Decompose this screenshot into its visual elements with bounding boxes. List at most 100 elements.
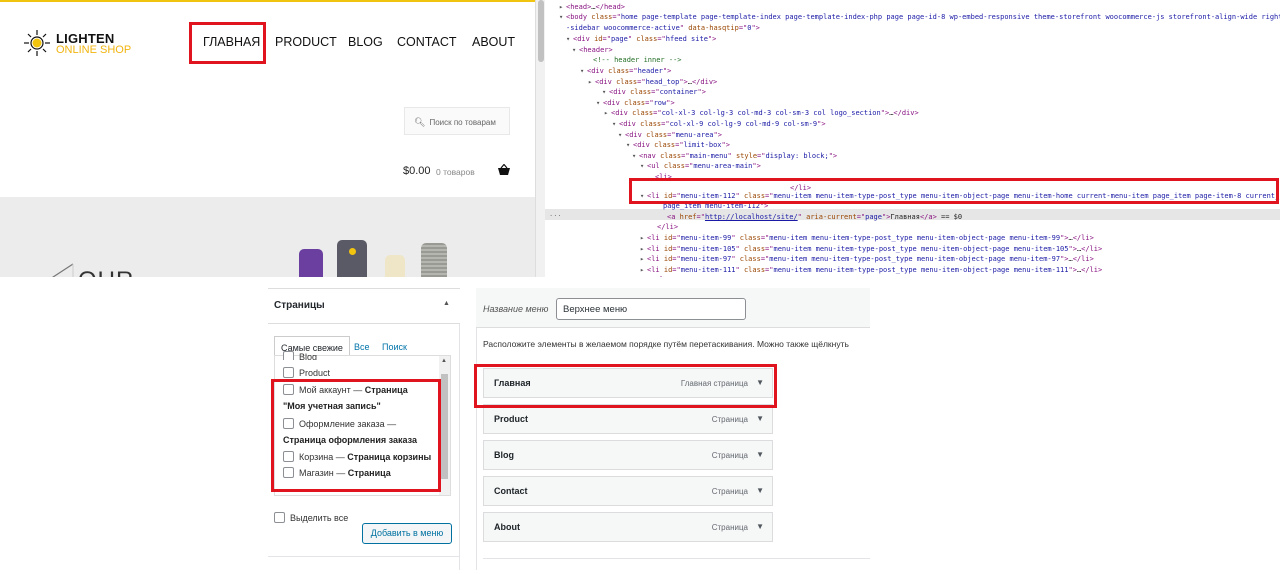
- expand-triangle-icon[interactable]: ▸: [588, 77, 595, 88]
- dom-node-line[interactable]: </li>: [650, 222, 678, 233]
- expand-triangle-icon[interactable]: ▾: [602, 87, 609, 98]
- product-search-field[interactable]: 🔍︎ Поиск по товарам: [404, 107, 510, 135]
- expand-triangle-icon[interactable]: ▾: [572, 45, 579, 56]
- tab-all[interactable]: Все: [354, 342, 370, 352]
- expand-triangle-icon[interactable]: ▸: [640, 265, 647, 276]
- tab-search[interactable]: Поиск: [382, 342, 407, 352]
- dom-node-line[interactable]: -sidebar woocommerce-active" data-hasqti…: [559, 23, 760, 34]
- dom-token: =": [681, 152, 690, 160]
- dom-token: ": [627, 35, 637, 43]
- expand-triangle-icon[interactable]: ▾: [618, 130, 625, 141]
- expand-triangle-icon[interactable]: ▾: [632, 151, 639, 162]
- dom-node-line[interactable]: ▾ <div class="row">: [596, 98, 675, 109]
- dom-node-line[interactable]: ▸ <li id="menu-item-111" class="menu-item…: [640, 265, 1102, 276]
- dom-token: ">: [666, 99, 675, 107]
- expand-triangle-icon[interactable]: ▾: [640, 161, 647, 172]
- dom-token: container: [659, 88, 698, 96]
- chevron-down-icon[interactable]: ▼: [756, 486, 764, 495]
- slider-prev-arrow-icon[interactable]: [45, 263, 75, 277]
- expand-triangle-icon[interactable]: ▾: [626, 140, 633, 151]
- dom-token: row: [653, 99, 667, 107]
- dom-node-line[interactable]: ▸ <head>…</head>: [559, 2, 625, 13]
- dom-token: =": [661, 120, 670, 128]
- scrollbar-thumb[interactable]: [538, 0, 544, 62]
- expand-triangle-icon[interactable]: ▾: [559, 12, 566, 23]
- checkbox[interactable]: [274, 512, 285, 523]
- basket-icon[interactable]: [497, 164, 511, 176]
- dom-token: ": [679, 24, 689, 32]
- dom-token[interactable]: http://localhost/site/: [705, 213, 798, 221]
- dom-node-line[interactable]: ▾ <nav class="main-menu" style="display: …: [632, 151, 837, 162]
- menu-item-product[interactable]: Product Страница ▼: [483, 404, 773, 434]
- chevron-down-icon[interactable]: ▼: [756, 414, 764, 423]
- select-all-checkbox[interactable]: Выделить все: [274, 512, 348, 523]
- expand-triangle-icon[interactable]: ▸: [640, 254, 647, 265]
- nav-link-blog[interactable]: BLOG: [348, 35, 383, 49]
- dom-token: class: [624, 99, 646, 107]
- dom-token: </li>: [657, 223, 679, 231]
- add-to-menu-button[interactable]: Добавить в меню: [362, 523, 452, 544]
- dom-token: class: [743, 266, 766, 274]
- dom-token: <header>: [579, 46, 613, 54]
- scroll-up-arrow-icon[interactable]: ▲: [441, 358, 447, 364]
- expand-triangle-icon[interactable]: ▾: [596, 98, 603, 109]
- site-scrollbar[interactable]: [535, 0, 545, 277]
- dom-token: =": [760, 255, 770, 263]
- dom-node-line[interactable]: ▾ <body class="home page-template page-te…: [559, 12, 1280, 23]
- cart-total[interactable]: $0.00: [403, 165, 431, 177]
- dom-node-line[interactable]: ▾ <div class="container">: [602, 87, 706, 98]
- dom-token: head_top: [645, 78, 680, 86]
- dom-node-line[interactable]: ▸ <div class="col-xl-3 col-lg-3 col-md-3 …: [604, 108, 919, 119]
- dom-node-line[interactable]: <a href="http://localhost/site/" aria-cu…: [660, 212, 962, 223]
- dom-token: ">: [752, 162, 761, 170]
- checkbox[interactable]: [283, 367, 294, 378]
- dom-token: ": [797, 213, 807, 221]
- collapse-arrow-icon[interactable]: ▲: [443, 300, 450, 307]
- menu-name-input[interactable]: [556, 298, 746, 320]
- dom-node-line[interactable]: ▸ <li id="menu-item-99" class="menu-item …: [640, 233, 1094, 244]
- expand-triangle-icon[interactable]: ▾: [566, 34, 573, 45]
- expand-triangle-icon[interactable]: ▸: [559, 2, 566, 13]
- nav-link-about[interactable]: ABOUT: [472, 35, 515, 49]
- dom-token: ": [735, 266, 744, 274]
- dom-token: </li>: [1081, 245, 1103, 253]
- cart-item-count[interactable]: 0 товаров: [436, 167, 475, 177]
- dom-node-line[interactable]: ▸ <li id="menu-item-105" class="menu-item…: [640, 244, 1102, 255]
- dom-node-line[interactable]: ▾ <div class="col-xl-9 col-lg-9 col-md-9 …: [612, 119, 826, 130]
- pages-panel-title: Страницы: [274, 300, 325, 311]
- dom-node-line[interactable]: </ul>: [640, 275, 668, 277]
- nav-link-contact[interactable]: CONTACT: [397, 35, 457, 49]
- chevron-down-icon[interactable]: ▼: [756, 450, 764, 459]
- list-item[interactable]: Blog: [283, 351, 317, 360]
- expand-triangle-icon[interactable]: ▸: [640, 233, 647, 244]
- dom-node-line[interactable]: <!-- header inner -->: [586, 55, 682, 66]
- menu-item-contact[interactable]: Contact Страница ▼: [483, 476, 773, 506]
- checkbox[interactable]: [283, 351, 294, 360]
- dom-token: -sidebar woocommerce-active: [566, 24, 680, 32]
- expand-triangle-icon[interactable]: ▸: [640, 244, 647, 255]
- list-item[interactable]: Product: [283, 367, 330, 378]
- dom-node-line[interactable]: ▾ <div class="limit-box">: [626, 140, 730, 151]
- dom-node-line[interactable]: ▸ <li id="menu-item-97" class="menu-item …: [640, 254, 1094, 265]
- chevron-down-icon[interactable]: ▼: [756, 522, 764, 531]
- expand-triangle-icon[interactable]: ▾: [612, 119, 619, 130]
- nav-link-product[interactable]: PRODUCT: [275, 35, 337, 49]
- dom-node-line[interactable]: ▾ <header>: [572, 45, 613, 56]
- scrollbar-thumb[interactable]: [441, 374, 448, 479]
- dom-token: aria-current: [806, 213, 857, 221]
- dom-node-line[interactable]: ▾ <div class="header">: [580, 66, 671, 77]
- dom-token: <li: [647, 245, 664, 253]
- expand-triangle-icon[interactable]: ▸: [604, 108, 611, 119]
- expand-triangle-icon[interactable]: ▾: [580, 66, 587, 77]
- dom-token: header: [637, 67, 663, 75]
- dom-token: <div: [609, 88, 631, 96]
- menu-item-blog[interactable]: Blog Страница ▼: [483, 440, 773, 470]
- dom-node-line[interactable]: ▸ <div class="head_top">…</div>: [588, 77, 717, 88]
- store-logo[interactable]: LIGHTEN ONLINE SHOP: [22, 28, 162, 58]
- dom-node-line[interactable]: ▾ <ul class="menu-area-main">: [640, 161, 761, 172]
- dom-node-line[interactable]: ▾ <div class="menu-area">: [618, 130, 722, 141]
- dom-token: =": [657, 35, 666, 43]
- menu-item-about[interactable]: About Страница ▼: [483, 512, 773, 542]
- dom-node-line[interactable]: ▾ <div id="page" class="hfeed site">: [566, 34, 716, 45]
- pages-highlight-box: [271, 379, 441, 492]
